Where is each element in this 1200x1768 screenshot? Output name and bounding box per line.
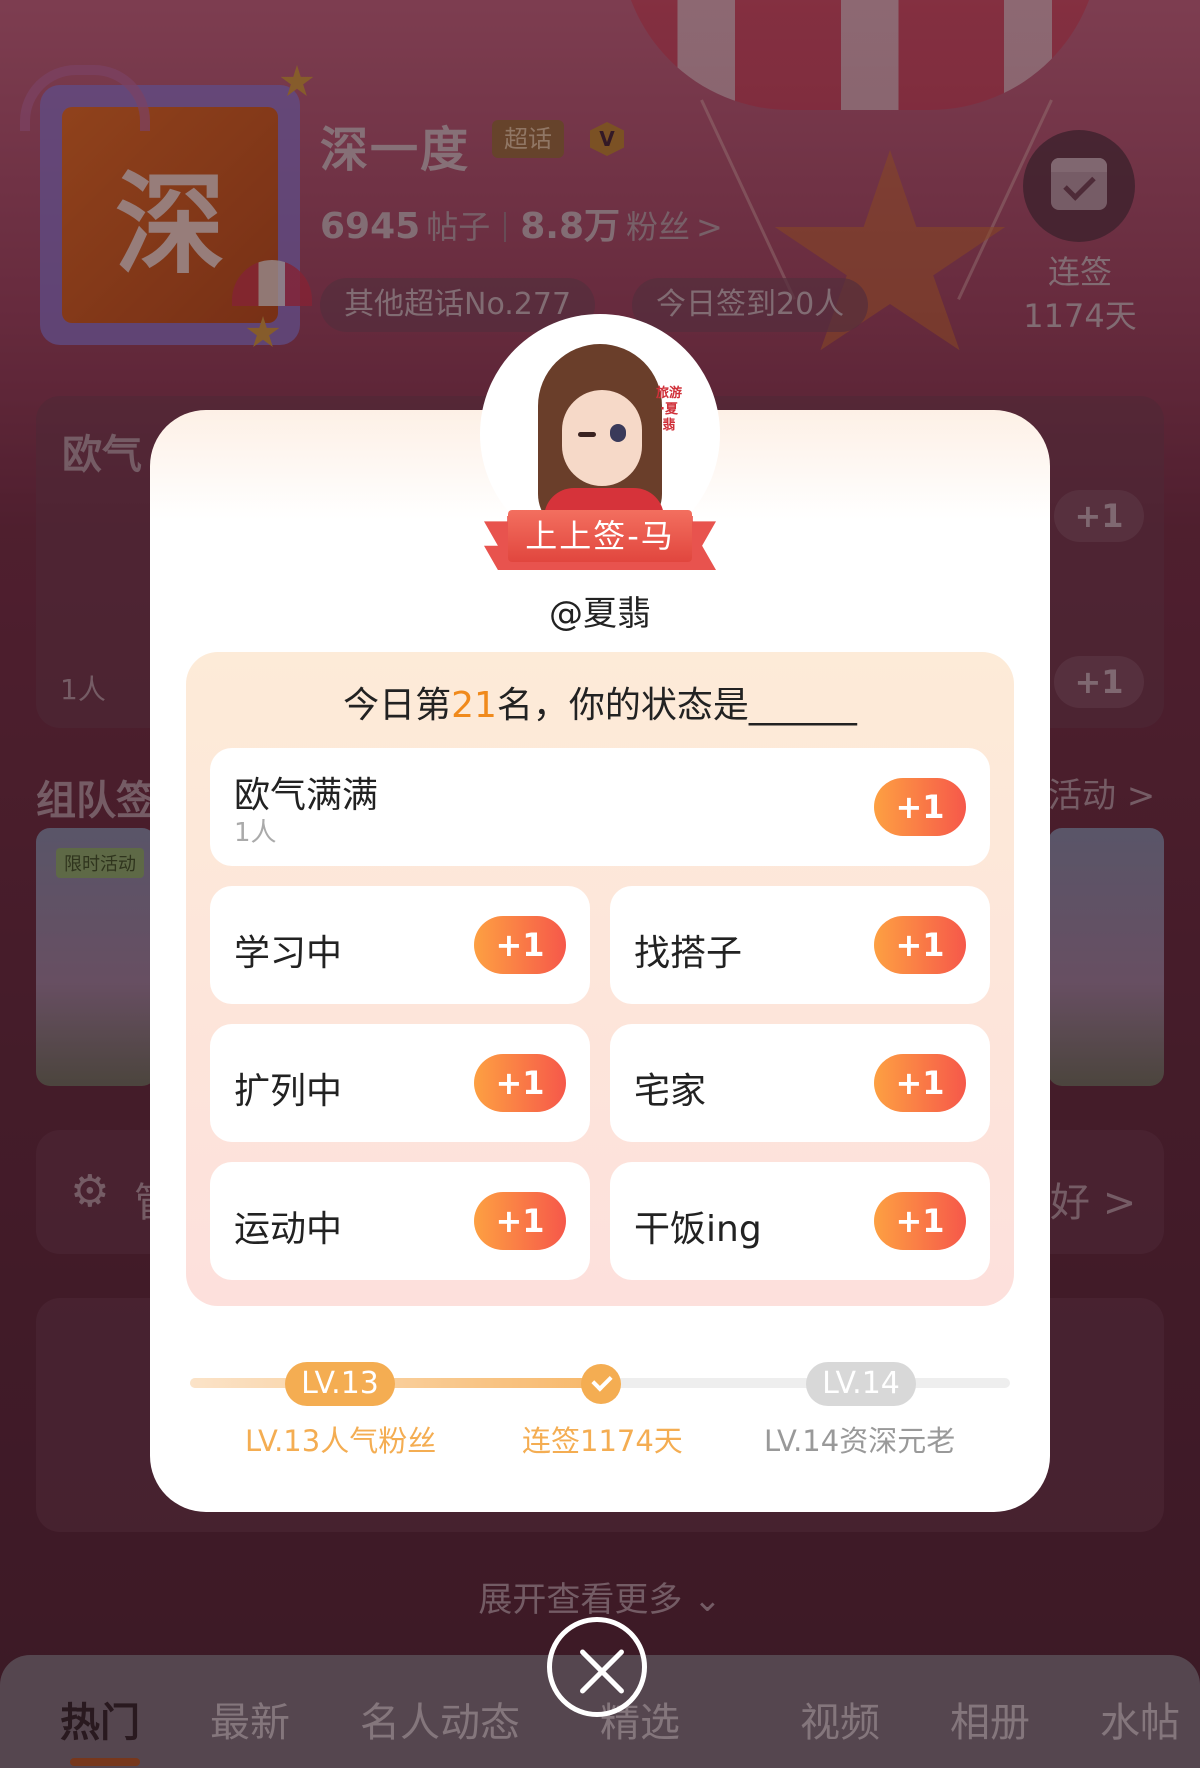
current-level-pill: LV.13: [285, 1362, 395, 1406]
option-label: 找搭子: [634, 933, 743, 974]
status-option-expand-list[interactable]: 扩列中 +1: [210, 1024, 590, 1142]
sign-result-banner: 上上签-马: [484, 510, 716, 570]
option-label: 干饭ing: [634, 1209, 762, 1250]
plus-one-button[interactable]: +1: [474, 1054, 566, 1112]
option-count: 1人: [234, 818, 277, 848]
username: @夏翡: [549, 594, 651, 634]
status-option-oqi[interactable]: 欧气满满 1人 +1: [210, 748, 990, 866]
option-label: 欧气满满: [234, 775, 379, 816]
plus-one-button[interactable]: +1: [874, 1054, 966, 1112]
streak-label: 连签1174天: [522, 1424, 683, 1458]
option-label: 运动中: [234, 1209, 343, 1250]
check-icon: [581, 1364, 621, 1404]
rank-number: 21: [451, 685, 497, 726]
status-option-find-partner[interactable]: 找搭子 +1: [610, 886, 990, 1004]
current-level-label: LV.13人气粉丝: [245, 1424, 437, 1458]
status-option-studying[interactable]: 学习中 +1: [210, 886, 590, 1004]
level-progress-fill: [190, 1378, 602, 1388]
next-level-pill: LV.14: [806, 1362, 916, 1406]
option-label: 扩列中: [234, 1071, 343, 1112]
close-icon[interactable]: [547, 1617, 647, 1717]
plus-one-button[interactable]: +1: [874, 916, 966, 974]
option-label: 宅家: [634, 1071, 707, 1112]
status-option-eating[interactable]: 干饭ing +1: [610, 1162, 990, 1280]
plus-one-button[interactable]: +1: [474, 916, 566, 974]
status-question: 今日第21名，你的状态是______: [343, 685, 857, 726]
status-option-exercising[interactable]: 运动中 +1: [210, 1162, 590, 1280]
plus-one-button[interactable]: +1: [474, 1192, 566, 1250]
status-option-stay-home[interactable]: 宅家 +1: [610, 1024, 990, 1142]
plus-one-button[interactable]: +1: [874, 1192, 966, 1250]
plus-one-button[interactable]: +1: [874, 778, 966, 836]
option-label: 学习中: [234, 933, 343, 974]
next-level-label: LV.14资深元老: [764, 1424, 956, 1458]
sign-result-text: 上上签-马: [508, 510, 692, 562]
avatar-caption: 旅游·夏翡: [655, 386, 682, 433]
